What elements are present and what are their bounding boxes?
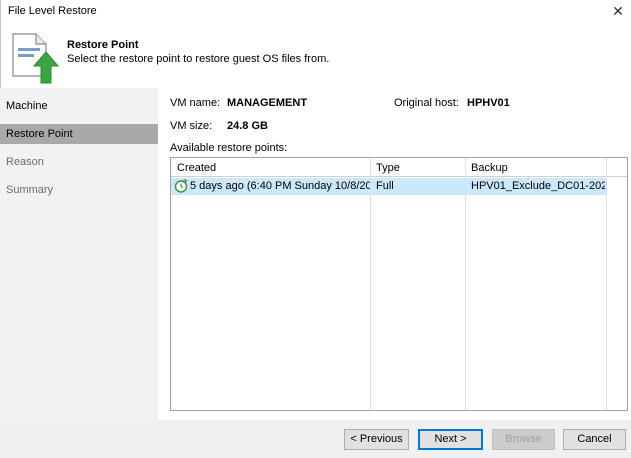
cell-created: 5 days ago (6:40 PM Sunday 10/8/2023) xyxy=(190,180,370,192)
restore-points-table[interactable]: Created Type Backup 5 days ago (6:40 PM … xyxy=(170,157,628,411)
close-icon[interactable]: ✕ xyxy=(609,2,627,20)
column-divider xyxy=(606,158,607,410)
vm-size-label: VM size: xyxy=(170,120,213,132)
step-reason: Reason xyxy=(6,156,44,168)
cell-backup: HPV01_Exclude_DC01-2022... xyxy=(471,180,605,192)
vm-name-label: VM name: xyxy=(170,97,221,109)
original-host-value: HPHV01 xyxy=(467,97,510,109)
vm-size-value: 24.8 GB xyxy=(227,120,268,132)
restore-point-document-arrow-icon xyxy=(12,33,60,84)
window-title: File Level Restore xyxy=(8,5,97,17)
clock-icon xyxy=(174,179,188,193)
wizard-steps-sidebar: Machine Restore Point Reason Summary xyxy=(0,88,158,420)
table-row[interactable]: 5 days ago (6:40 PM Sunday 10/8/2023) Fu… xyxy=(171,178,607,195)
table-header: Created Type Backup xyxy=(171,158,627,177)
file-level-restore-window: File Level Restore ✕ Restore Point Selec… xyxy=(0,0,631,458)
column-header-created[interactable]: Created xyxy=(177,162,216,174)
wizard-header: Restore Point Select the restore point t… xyxy=(0,22,631,88)
column-header-backup[interactable]: Backup xyxy=(471,162,508,174)
available-restore-points-label: Available restore points: xyxy=(170,142,288,154)
step-restore-point[interactable]: Restore Point xyxy=(0,124,158,144)
page-title: Restore Point xyxy=(67,39,139,51)
cancel-button[interactable]: Cancel xyxy=(563,429,626,450)
page-subtitle: Select the restore point to restore gues… xyxy=(67,53,330,65)
vm-name-value: MANAGEMENT xyxy=(227,97,308,109)
browse-button: Browse xyxy=(492,429,555,450)
next-button[interactable]: Next > xyxy=(418,429,483,450)
column-divider xyxy=(465,158,466,410)
cell-type: Full xyxy=(376,180,394,192)
step-summary: Summary xyxy=(6,184,54,196)
column-divider xyxy=(370,158,371,410)
column-header-type[interactable]: Type xyxy=(376,162,400,174)
title-bar: File Level Restore ✕ xyxy=(0,0,631,22)
previous-button[interactable]: < Previous xyxy=(344,429,409,450)
original-host-label: Original host: xyxy=(394,97,459,109)
step-machine[interactable]: Machine xyxy=(0,96,158,116)
